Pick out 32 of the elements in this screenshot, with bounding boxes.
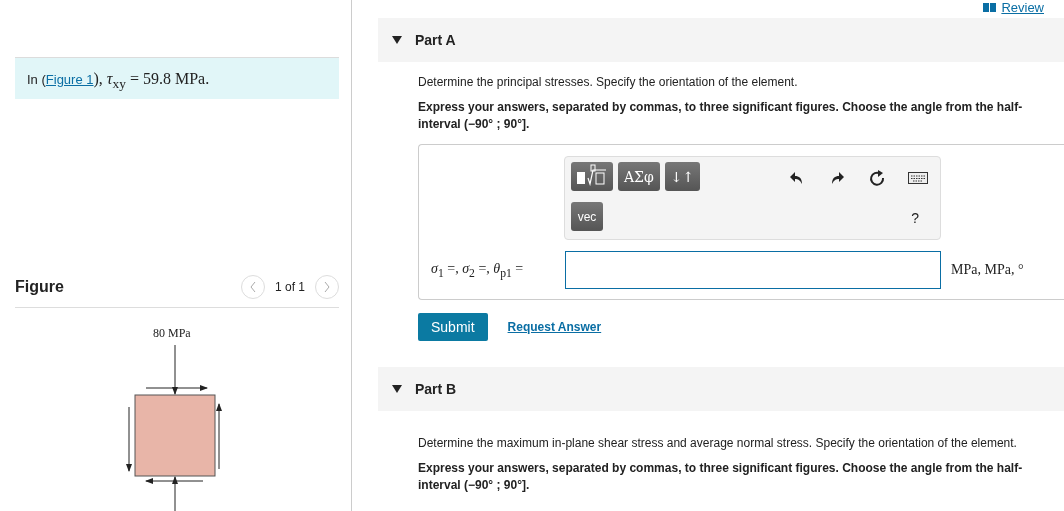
root-template-icon xyxy=(577,164,607,186)
request-answer-link[interactable]: Request Answer xyxy=(507,320,602,334)
caret-down-icon[interactable] xyxy=(392,385,402,393)
instructions-text: Express your answers, separated by commas, to three significant figures. Choose the angle from the half-interval (−90° ; 90°]. xyxy=(418,460,1024,494)
answer-field[interactable] xyxy=(565,251,941,289)
instructions-text: Express your answers, separated by commas, to three significant figures. Choose the angle from the half-interval (−90° ; 90°]. xyxy=(418,99,1024,133)
chevron-right-icon xyxy=(323,281,331,293)
question-text: Determine the maximum in-plane shear stress and average normal stress. Specify the orientation of the element. xyxy=(418,435,1018,451)
book-icon xyxy=(983,3,997,12)
part-title: Part A xyxy=(415,32,456,48)
figure-title: Figure xyxy=(15,278,65,296)
chevron-left-icon xyxy=(248,281,257,293)
question-text: Determine the principal stresses. Specify the orientation of the element. xyxy=(418,74,799,90)
keyboard-icon[interactable] xyxy=(908,172,928,184)
units-label: MPa, MPa, ° xyxy=(951,262,1024,278)
problem-statement: In (Figure 1), τ$_{xy}$ = 59.8 MPa. xyxy=(15,57,339,99)
answer-label: σ$_{1}$ =, σ$_{2}$ =, θ$_{p1}$ = xyxy=(431,260,525,280)
page-indicator: 1 of 1 xyxy=(274,280,305,294)
symbol-button[interactable]: ↓↑ xyxy=(664,162,701,191)
part-title: Part B xyxy=(415,381,457,397)
review-link[interactable]: Review xyxy=(983,0,1044,15)
submit-button[interactable]: Submit xyxy=(418,313,488,341)
vec-button[interactable]: vec xyxy=(571,202,603,231)
part-header[interactable]: Part B xyxy=(378,367,1064,411)
caret-down-icon[interactable] xyxy=(392,36,402,44)
reset-icon[interactable] xyxy=(868,169,886,187)
stress-label: 80 MPa xyxy=(153,326,192,341)
symbol-button[interactable]: ΑΣφ xyxy=(618,162,660,191)
figure-link[interactable]: Figure 1 xyxy=(45,72,94,87)
help-button[interactable]: ? xyxy=(788,210,934,226)
templates-button[interactable] xyxy=(571,162,613,191)
part-header[interactable]: Part A xyxy=(378,18,1064,62)
